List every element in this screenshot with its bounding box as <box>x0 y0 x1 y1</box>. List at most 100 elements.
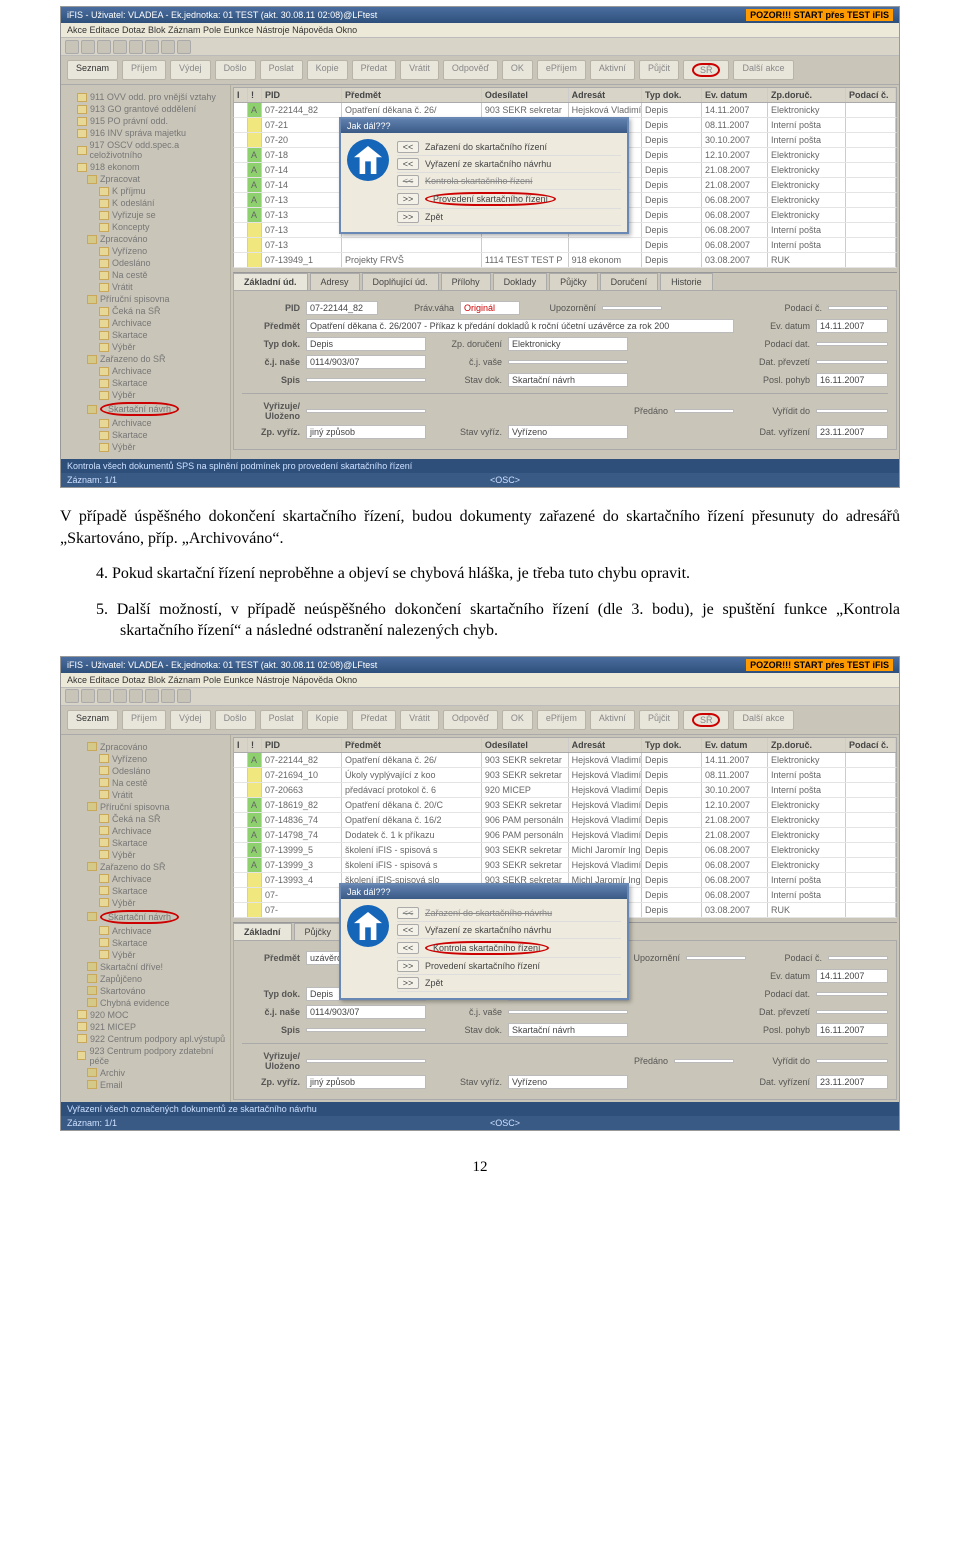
table-row[interactable]: 07-21694_10Úkoly vyplývající z koo903 SE… <box>233 768 897 783</box>
tab-další akce[interactable]: Další akce <box>733 60 793 80</box>
menu-bar[interactable]: Akce Editace Dotaz Blok Záznam Pole Eunk… <box>61 23 899 38</box>
tree-node[interactable]: Vyřizuje se <box>65 209 226 221</box>
toolbar-icon[interactable] <box>129 689 143 703</box>
toolbar-icon[interactable] <box>81 689 95 703</box>
tree-node[interactable]: 911 OVV odd. pro vnější vztahy <box>65 91 226 103</box>
tree-node[interactable]: Odesláno <box>65 257 226 269</box>
tab-kopie[interactable]: Kopie <box>307 60 348 80</box>
toolbar-icon[interactable] <box>161 689 175 703</box>
tab-epříjem[interactable]: ePříjem <box>537 710 586 730</box>
tree-node[interactable]: Zpracováno <box>65 233 226 245</box>
tree-node[interactable]: Výběr <box>65 341 226 353</box>
dialog-option[interactable]: <<Vyřazení ze skartačního návrhu <box>397 156 621 173</box>
tree-node[interactable]: Skartace <box>65 885 226 897</box>
toolbar-icon[interactable] <box>145 40 159 54</box>
table-row[interactable]: A07-14798_74Dodatek č. 1 k příkazu906 PA… <box>233 828 897 843</box>
tab-sř[interactable]: SŘ <box>683 710 730 730</box>
tab-příjem[interactable]: Příjem <box>122 60 166 80</box>
detail-tab[interactable]: Půjčky <box>294 923 343 940</box>
detail-tab[interactable]: Doručení <box>600 273 659 290</box>
tree-node[interactable]: Zpracovat <box>65 173 226 185</box>
table-row[interactable]: A07-18619_82Opatření děkana č. 20/C903 S… <box>233 798 897 813</box>
tree-node[interactable]: Archivace <box>65 365 226 377</box>
tree-node[interactable]: 916 INV správa majetku <box>65 127 226 139</box>
tree-node[interactable]: Na cestě <box>65 777 226 789</box>
detail-tab[interactable]: Půjčky <box>549 273 598 290</box>
toolbar-icon[interactable] <box>145 689 159 703</box>
tree-node[interactable]: 923 Centrum podpory zdatební péče <box>65 1045 226 1067</box>
tree-node[interactable]: 921 MICEP <box>65 1021 226 1033</box>
tab-předat[interactable]: Předat <box>352 60 397 80</box>
tab-ok[interactable]: OK <box>502 710 533 730</box>
tree-node[interactable]: 913 GO grantové oddělení <box>65 103 226 115</box>
table-row[interactable]: A07-22144_82Opatření děkana č. 26/903 SE… <box>233 103 897 118</box>
tab-předat[interactable]: Předat <box>352 710 397 730</box>
tree-node[interactable]: Archivace <box>65 417 226 429</box>
tab-aktivní[interactable]: Aktivní <box>590 710 635 730</box>
tree-node[interactable]: 917 OSCV odd.spec.a celoživotního <box>65 139 226 161</box>
tab-sř[interactable]: SŘ <box>683 60 730 80</box>
tree-node[interactable]: Archiv <box>65 1067 226 1079</box>
folder-tree[interactable]: ZpracovánoVyřízenoOdeslánoNa cestěVrátit… <box>61 735 231 1102</box>
tab-ok[interactable]: OK <box>502 60 533 80</box>
table-row[interactable]: 07-13949_1Projekty FRVŠ1114 TEST TEST P9… <box>233 253 897 268</box>
tree-node[interactable]: Na cestě <box>65 269 226 281</box>
tree-node[interactable]: Vyřízeno <box>65 753 226 765</box>
tab-seznam[interactable]: Seznam <box>67 710 118 730</box>
tree-node[interactable]: Příruční spisovna <box>65 293 226 305</box>
table-row[interactable]: A07-13999_3školení iFIS - spisová s903 S… <box>233 858 897 873</box>
tree-node[interactable]: Výběr <box>65 389 226 401</box>
detail-tab[interactable]: Adresy <box>310 273 360 290</box>
dialog-option[interactable]: >>Provedení skartačního řízení <box>397 958 621 975</box>
toolbar-icon[interactable] <box>65 40 79 54</box>
tree-node[interactable]: K odeslání <box>65 197 226 209</box>
tab-vrátit[interactable]: Vrátit <box>400 60 439 80</box>
dialog-option[interactable]: <<Kontrola skartačního řízení <box>397 939 621 958</box>
detail-tab[interactable]: Doklady <box>493 273 548 290</box>
tree-node[interactable]: Vyřízeno <box>65 245 226 257</box>
tree-node[interactable]: Archivace <box>65 825 226 837</box>
tree-node[interactable]: Skartační návrh <box>65 909 226 925</box>
tree-node[interactable]: Skartace <box>65 329 226 341</box>
tree-node[interactable]: Archivace <box>65 873 226 885</box>
tree-node[interactable]: Chybná evidence <box>65 997 226 1009</box>
tree-node[interactable]: Skartace <box>65 937 226 949</box>
tab-došlo[interactable]: Došlo <box>215 710 256 730</box>
tree-node[interactable]: Odesláno <box>65 765 226 777</box>
detail-tab[interactable]: Základní úd. <box>233 273 308 290</box>
folder-tree[interactable]: 911 OVV odd. pro vnější vztahy913 GO gra… <box>61 85 231 459</box>
dialog-option[interactable]: <<Vyřazení ze skartačního návrhu <box>397 922 621 939</box>
tab-došlo[interactable]: Došlo <box>215 60 256 80</box>
tab-odpověď[interactable]: Odpověď <box>443 710 498 730</box>
table-row[interactable]: A07-22144_82Opatření děkana č. 26/903 SE… <box>233 753 897 768</box>
tree-node[interactable]: Skartace <box>65 377 226 389</box>
table-row[interactable]: 07-20663předávací protokol č. 6920 MICEP… <box>233 783 897 798</box>
tab-půjčit[interactable]: Půjčit <box>639 710 679 730</box>
tree-node[interactable]: Skartační dříve! <box>65 961 226 973</box>
tab-odpověď[interactable]: Odpověď <box>443 60 498 80</box>
tab-poslat[interactable]: Poslat <box>260 710 303 730</box>
tree-node[interactable]: Příruční spisovna <box>65 801 226 813</box>
dialog-option[interactable]: <<Kontrola skartačního řízení <box>397 173 621 190</box>
tree-node[interactable]: Výběr <box>65 849 226 861</box>
dialog-option[interactable]: <<Zařazení do skartačního návrhu <box>397 905 621 922</box>
tree-node[interactable]: 918 ekonom <box>65 161 226 173</box>
tab-aktivní[interactable]: Aktivní <box>590 60 635 80</box>
table-row[interactable]: A07-14836_74Opatření děkana č. 16/2906 P… <box>233 813 897 828</box>
tab-další akce[interactable]: Další akce <box>733 710 793 730</box>
tab-výdej[interactable]: Výdej <box>170 710 211 730</box>
detail-tab[interactable]: Základní <box>233 923 292 940</box>
detail-tab[interactable]: Doplňující úd. <box>362 273 439 290</box>
tab-vrátit[interactable]: Vrátit <box>400 710 439 730</box>
tree-node[interactable]: 922 Centrum podpory apl.výstupů <box>65 1033 226 1045</box>
toolbar-icon[interactable] <box>129 40 143 54</box>
tree-node[interactable]: Skartační návrh <box>65 401 226 417</box>
tab-seznam[interactable]: Seznam <box>67 60 118 80</box>
tab-půjčit[interactable]: Půjčit <box>639 60 679 80</box>
tree-node[interactable]: Skartováno <box>65 985 226 997</box>
table-row[interactable]: 07-13Depis06.08.2007Interní pošta <box>233 238 897 253</box>
tree-node[interactable]: Koncepty <box>65 221 226 233</box>
tree-node[interactable]: Výběr <box>65 949 226 961</box>
toolbar-icon[interactable] <box>161 40 175 54</box>
toolbar-icon[interactable] <box>177 689 191 703</box>
